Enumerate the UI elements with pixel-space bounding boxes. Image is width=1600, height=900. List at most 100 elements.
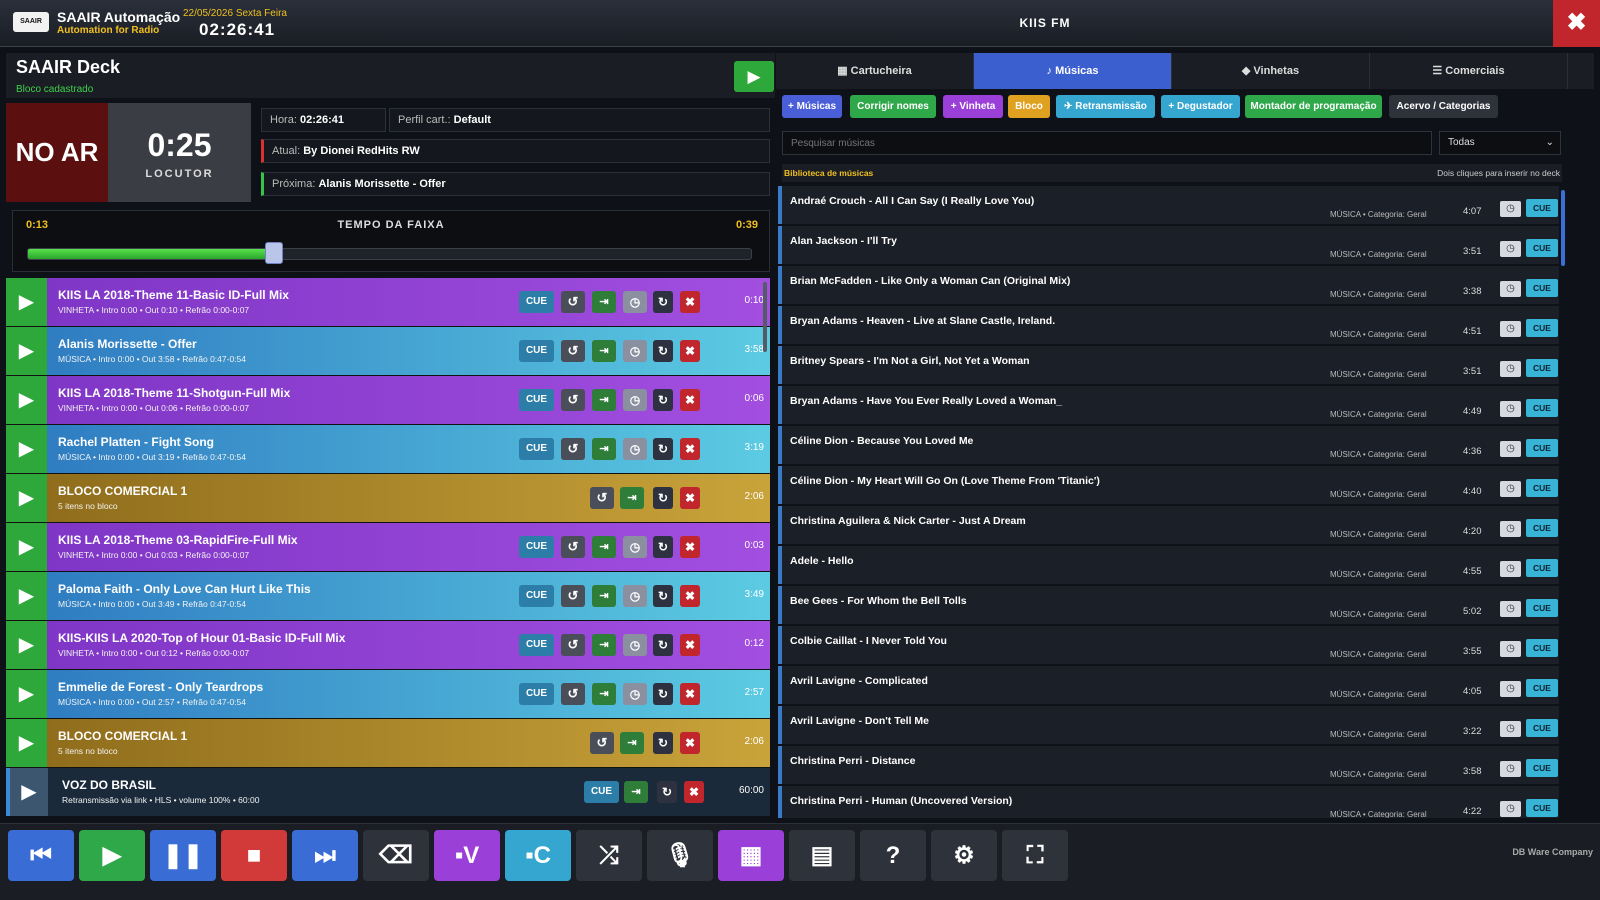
clock-icon[interactable]: ◷ <box>1500 481 1521 497</box>
cue-button[interactable]: CUE <box>1526 399 1558 417</box>
clock-icon[interactable]: ◷ <box>623 340 647 362</box>
clock-icon[interactable]: ◷ <box>1500 321 1521 337</box>
replay-icon[interactable]: ↺ <box>561 291 585 313</box>
playlist-row[interactable]: ▶ BLOCO COMERCIAL 1 5 itens no bloco 2:06 ↺ ⇥… <box>6 719 770 768</box>
row-play-icon[interactable]: ▶ <box>6 376 47 424</box>
playlist-row[interactable]: ▶ BLOCO COMERCIAL 1 5 itens no bloco 2:06 ↺ ⇥… <box>6 474 770 523</box>
cue-button[interactable]: CUE <box>519 389 554 411</box>
library-item[interactable]: Brian McFadden - Like Only a Woman Can (… <box>778 266 1559 304</box>
clock-icon[interactable]: ◷ <box>1500 801 1521 817</box>
track-progress-bar[interactable] <box>27 242 752 264</box>
delete-icon[interactable]: ✖ <box>680 732 700 754</box>
next-icon[interactable]: ⇥ <box>620 732 644 754</box>
next-button[interactable]: ⏭ <box>292 830 358 881</box>
delete-icon[interactable]: ✖ <box>680 438 700 460</box>
playlist-row[interactable]: ▶ Emmelie de Forest - Only Teardrops MÚSIC… <box>6 670 770 719</box>
clock-icon[interactable]: ◷ <box>1500 641 1521 657</box>
replay-icon[interactable]: ↺ <box>561 585 585 607</box>
deck-play-button[interactable]: ▶ <box>734 61 774 92</box>
cue-button[interactable]: CUE <box>1526 319 1558 337</box>
clock-icon[interactable]: ◷ <box>623 683 647 705</box>
library-item[interactable]: Avril Lavigne - Complicated MÚSICA • Cate… <box>778 666 1559 704</box>
cue-button[interactable]: CUE <box>519 438 554 460</box>
delete-icon[interactable]: ✖ <box>680 585 700 607</box>
delete-icon[interactable]: ✖ <box>684 781 704 803</box>
replay-icon[interactable]: ↺ <box>561 536 585 558</box>
stop-button[interactable]: ■ <box>221 830 287 881</box>
library-item[interactable]: Christina Perri - Distance MÚSICA • Categ… <box>778 746 1559 784</box>
library-action-button[interactable]: + Vinheta <box>943 95 1003 118</box>
cue-button[interactable]: CUE <box>1526 679 1558 697</box>
clock-icon[interactable]: ◷ <box>1500 281 1521 297</box>
library-item[interactable]: Adele - Hello MÚSICA • Categoria: Geral 4:… <box>778 546 1559 584</box>
repeat-icon[interactable]: ↻ <box>653 291 673 313</box>
library-item[interactable]: Christina Perri - Human (Uncovered Versi… <box>778 786 1559 818</box>
cue-button[interactable]: CUE <box>1526 239 1558 257</box>
row-play-icon[interactable]: ▶ <box>6 327 47 375</box>
clock-icon[interactable]: ◷ <box>623 389 647 411</box>
category-filter-select[interactable]: Todas ⌄ <box>1439 131 1561 155</box>
previous-button[interactable]: ⏮ <box>8 830 74 881</box>
vinheta-button[interactable]: ▪V <box>434 830 500 881</box>
cue-button[interactable]: CUE <box>1526 199 1558 217</box>
playlist-scrollbar[interactable] <box>763 282 767 352</box>
next-icon[interactable]: ⇥ <box>592 634 616 656</box>
cue-button[interactable]: CUE <box>1526 479 1558 497</box>
play-button[interactable]: ▶ <box>79 830 145 881</box>
library-item[interactable]: Christina Aguilera & Nick Carter - Just … <box>778 506 1559 544</box>
library-item[interactable]: Céline Dion - My Heart Will Go On (Love … <box>778 466 1559 504</box>
cue-button[interactable]: CUE <box>1526 279 1558 297</box>
clock-icon[interactable]: ◷ <box>623 585 647 607</box>
repeat-icon[interactable]: ↻ <box>653 634 673 656</box>
comercial-button[interactable]: ▪C <box>505 830 571 881</box>
search-input[interactable] <box>782 131 1432 155</box>
clock-icon[interactable]: ◷ <box>1500 561 1521 577</box>
row-play-icon[interactable]: ▶ <box>6 523 47 571</box>
library-scrollbar[interactable] <box>1561 190 1565 266</box>
replay-icon[interactable]: ↺ <box>561 683 585 705</box>
delete-icon[interactable]: ✖ <box>680 683 700 705</box>
library-item[interactable]: Bee Gees - For Whom the Bell Tolls MÚSICA… <box>778 586 1559 624</box>
row-play-icon[interactable]: ▶ <box>6 474 47 522</box>
tab-musicas[interactable]: ♪ Músicas <box>974 53 1172 89</box>
cue-button[interactable]: CUE <box>1526 759 1558 777</box>
cue-button[interactable]: CUE <box>1526 719 1558 737</box>
clock-icon[interactable]: ◷ <box>1500 201 1521 217</box>
grid-button[interactable]: ▦ <box>718 830 784 881</box>
next-icon[interactable]: ⇥ <box>624 781 648 803</box>
clock-icon[interactable]: ◷ <box>623 438 647 460</box>
next-icon[interactable]: ⇥ <box>620 487 644 509</box>
cue-button[interactable]: CUE <box>1526 639 1558 657</box>
next-icon[interactable]: ⇥ <box>592 536 616 558</box>
replay-icon[interactable]: ↺ <box>561 340 585 362</box>
delete-icon[interactable]: ✖ <box>680 487 700 509</box>
row-play-icon[interactable]: ▶ <box>6 719 47 767</box>
tab-cartucheira[interactable]: ▦ Cartucheira <box>776 53 974 89</box>
replay-icon[interactable]: ↺ <box>561 634 585 656</box>
cue-button[interactable]: CUE <box>519 634 554 656</box>
next-icon[interactable]: ⇥ <box>592 291 616 313</box>
repeat-icon[interactable]: ↻ <box>653 585 673 607</box>
delete-icon[interactable]: ✖ <box>680 536 700 558</box>
next-icon[interactable]: ⇥ <box>592 438 616 460</box>
library-action-button[interactable]: Acervo / Categorias <box>1389 95 1498 118</box>
tab-vinhetas[interactable]: ◆ Vinhetas <box>1172 53 1370 89</box>
clock-icon[interactable]: ◷ <box>1500 401 1521 417</box>
row-play-icon[interactable]: ▶ <box>6 621 47 669</box>
close-icon[interactable]: ✖ <box>1553 0 1600 47</box>
cue-button[interactable]: CUE <box>519 291 554 313</box>
building-button[interactable]: ▤ <box>789 830 855 881</box>
repeat-icon[interactable]: ↻ <box>657 781 677 803</box>
cue-button[interactable]: CUE <box>519 536 554 558</box>
library-action-button[interactable]: + Músicas <box>782 95 842 118</box>
replay-icon[interactable]: ↺ <box>590 732 614 754</box>
replay-icon[interactable]: ↺ <box>561 438 585 460</box>
delete-icon[interactable]: ✖ <box>680 634 700 656</box>
library-item[interactable]: Bryan Adams - Heaven - Live at Slane Cas… <box>778 306 1559 344</box>
cue-button[interactable]: CUE <box>1526 599 1558 617</box>
tab-comerciais[interactable]: ☰ Comerciais <box>1370 53 1568 89</box>
clock-icon[interactable]: ◷ <box>1500 721 1521 737</box>
cue-button[interactable]: CUE <box>519 585 554 607</box>
playlist-row[interactable]: ▶ Rachel Platten - Fight Song MÚSICA • Int… <box>6 425 770 474</box>
cue-button[interactable]: CUE <box>1526 799 1558 817</box>
